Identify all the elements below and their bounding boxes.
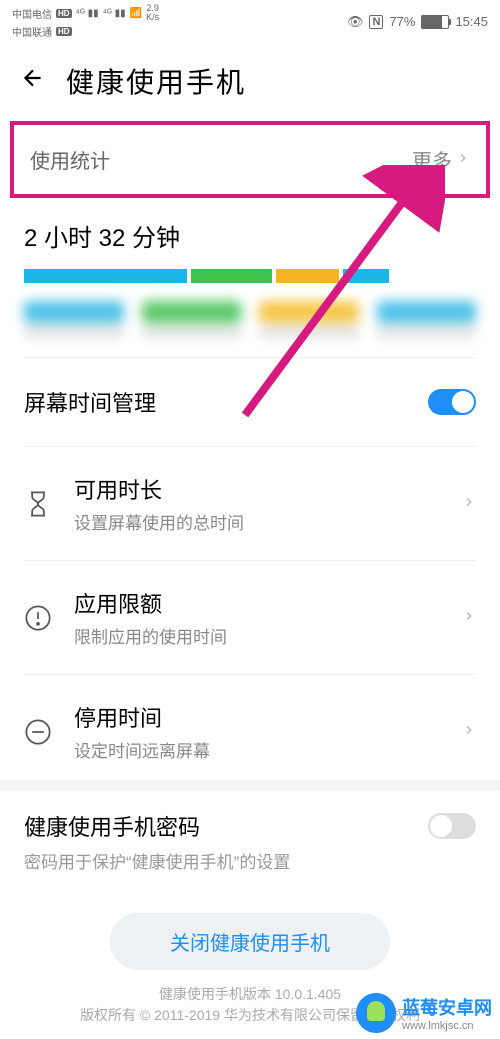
password-desc: 密码用于保护“健康使用手机”的设置 [24, 848, 476, 873]
bar-segment [343, 269, 388, 283]
battery-pct: 77% [389, 14, 415, 29]
password-title: 健康使用手机密码 [24, 810, 200, 842]
usage-stats-label: 使用统计 [30, 145, 110, 174]
nfc-icon: N [369, 15, 383, 29]
setting-title: 可用时长 [74, 473, 440, 505]
bar-segment [191, 269, 272, 283]
alert-icon [24, 604, 52, 632]
screen-time-toggle[interactable] [428, 389, 476, 415]
signal-4g-1: ⁴ᴳ ▮▮ [76, 8, 99, 19]
app-list-blurred [24, 301, 476, 345]
signal-4g-2: ⁴ᴳ ▮▮ [103, 8, 126, 19]
wifi-icon: 📶 [130, 8, 142, 19]
screen-time-label: 屏幕时间管理 [24, 386, 156, 418]
divider [24, 357, 476, 358]
back-arrow-icon [20, 65, 46, 91]
more-link[interactable]: 更多 [412, 145, 470, 174]
bar-segment [276, 269, 339, 283]
page-title: 健康使用手机 [66, 61, 246, 101]
watermark-icon [356, 993, 396, 1033]
carrier-1: 中国电信 [12, 6, 52, 21]
setting-desc: 设置屏幕使用的总时间 [74, 509, 440, 534]
password-toggle[interactable] [428, 813, 476, 839]
divider [24, 446, 476, 447]
eye-icon: 👁 [347, 14, 364, 30]
carrier-2: 中国联通 [12, 24, 52, 39]
setting-downtime[interactable]: 停用时间 设定时间远离屏幕 [0, 683, 500, 780]
usage-duration: 2 小时 32 分钟 [0, 206, 500, 261]
watermark: 蓝莓安卓网 www.lmkjsc.cn [356, 993, 492, 1033]
watermark-url: www.lmkjsc.cn [402, 1020, 474, 1032]
usage-stats-row[interactable]: 使用统计 更多 [10, 121, 490, 198]
bar-segment [24, 269, 187, 283]
header: 健康使用手机 [0, 43, 500, 113]
status-bar: 中国电信 HD ⁴ᴳ ▮▮ ⁴ᴳ ▮▮ 📶 2.9 K/s 中国联通 HD 👁 … [0, 0, 500, 43]
minus-icon [24, 718, 52, 746]
password-section: 健康使用手机密码 密码用于保护“健康使用手机”的设置 [0, 790, 500, 893]
hourglass-icon [24, 490, 52, 518]
setting-available-time[interactable]: 可用时长 设置屏幕使用的总时间 [0, 455, 500, 552]
screen-time-toggle-row: 屏幕时间管理 [0, 366, 500, 438]
status-left: 中国电信 HD ⁴ᴳ ▮▮ ⁴ᴳ ▮▮ 📶 2.9 K/s 中国联通 HD [12, 4, 159, 39]
setting-text: 应用限额 限制应用的使用时间 [74, 587, 440, 648]
divider [24, 674, 476, 675]
setting-title: 应用限额 [74, 587, 440, 619]
hd-badge-1: HD [56, 9, 72, 18]
net-speed-unit: K/s [146, 13, 159, 22]
setting-desc: 设定时间远离屏幕 [74, 737, 440, 762]
status-time: 15:45 [455, 14, 488, 29]
status-right: 👁 N 77% 15:45 [347, 14, 488, 30]
battery-icon [421, 15, 449, 29]
hd-badge-2: HD [56, 27, 72, 36]
more-label: 更多 [412, 145, 452, 174]
chevron-right-icon [462, 606, 476, 629]
watermark-title: 蓝莓安卓网 [402, 994, 492, 1020]
setting-app-limits[interactable]: 应用限额 限制应用的使用时间 [0, 569, 500, 666]
back-button[interactable] [20, 65, 46, 98]
section-gap [0, 780, 500, 790]
chevron-right-icon [462, 720, 476, 743]
setting-title: 停用时间 [74, 701, 440, 733]
setting-text: 停用时间 设定时间远离屏幕 [74, 701, 440, 762]
usage-bar-chart [24, 269, 476, 283]
divider [24, 560, 476, 561]
close-digital-balance-button[interactable]: 关闭健康使用手机 [110, 913, 390, 970]
chevron-right-icon [456, 148, 470, 171]
net-speed: 2.9 K/s [146, 4, 159, 22]
chevron-right-icon [462, 492, 476, 515]
setting-text: 可用时长 设置屏幕使用的总时间 [74, 473, 440, 534]
setting-desc: 限制应用的使用时间 [74, 623, 440, 648]
